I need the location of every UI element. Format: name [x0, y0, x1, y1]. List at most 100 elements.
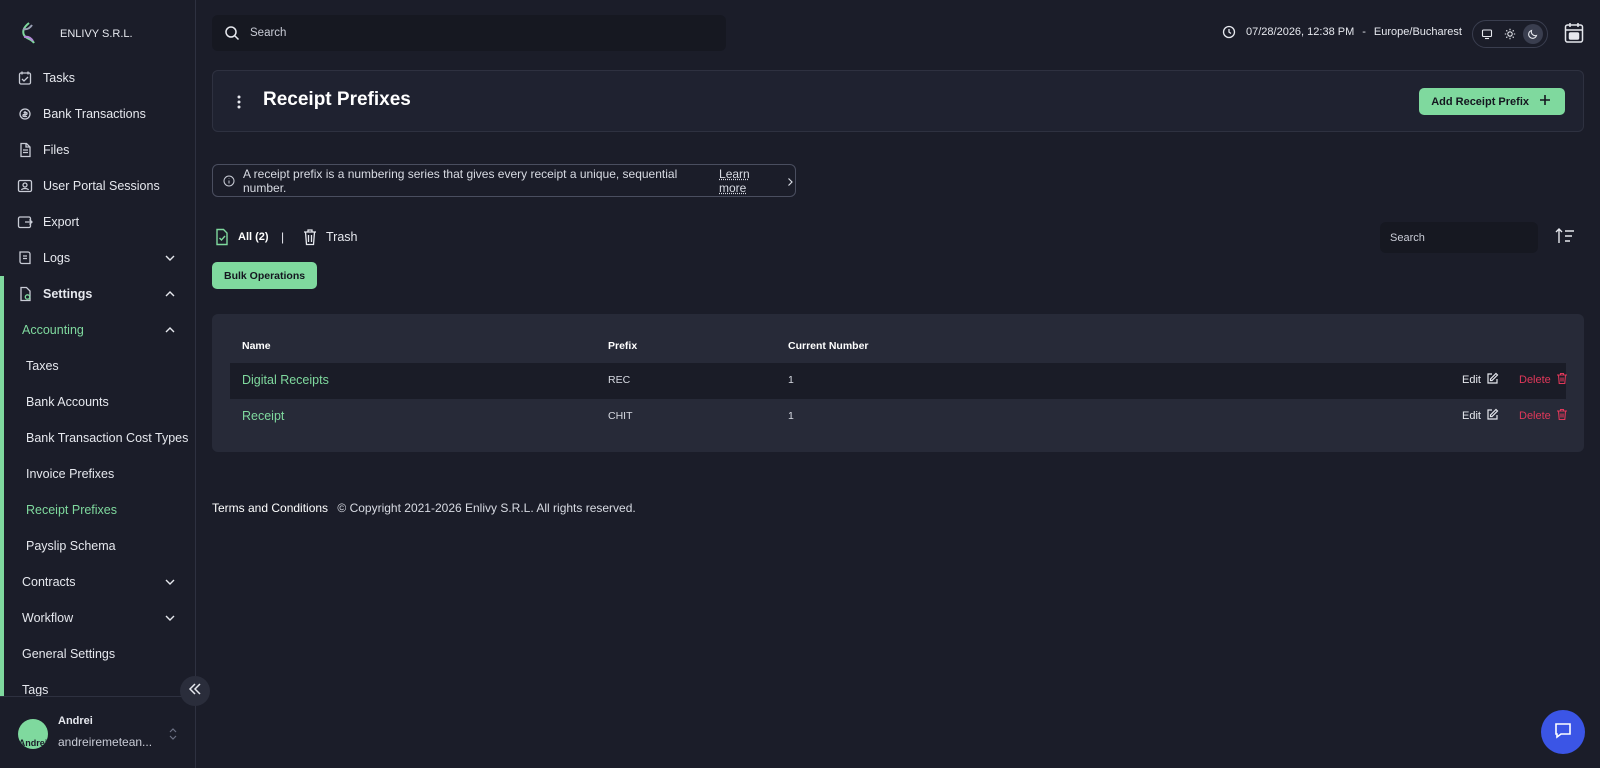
dark-theme-button[interactable]: [1522, 24, 1543, 44]
chat-icon: [1553, 720, 1573, 745]
user-profile[interactable]: Andrei Andrei andreiremetean...: [0, 696, 196, 768]
timezone-text: Europe/Bucharest: [1373, 26, 1462, 38]
chat-button[interactable]: [1541, 710, 1585, 754]
sidebar-item-taxes[interactable]: Taxes: [0, 348, 196, 384]
chevron-down-icon: [164, 252, 176, 264]
sidebar-item-tasks[interactable]: Tasks: [0, 60, 196, 96]
column-header-current-number[interactable]: Current Number: [788, 340, 869, 352]
user-name: Andrei: [58, 715, 93, 727]
sidebar-item-files[interactable]: Files: [0, 132, 196, 168]
user-portal-icon: [17, 178, 33, 194]
sidebar-item-label: Workflow: [22, 611, 74, 625]
table-row[interactable]: Digital Receipts REC 1 Edit Delete: [230, 363, 1568, 399]
user-email: andreiremetean...: [58, 735, 153, 749]
learn-more-link[interactable]: Learn more: [719, 167, 779, 195]
column-header-prefix[interactable]: Prefix: [608, 340, 637, 352]
sidebar-item-label: Contracts: [22, 575, 76, 589]
filter-trash-label: Trash: [326, 230, 358, 244]
sidebar-item-label: Taxes: [26, 359, 59, 373]
sidebar-item-settings[interactable]: Settings: [0, 276, 196, 312]
filter-tab-trash[interactable]: Trash: [302, 228, 358, 246]
sidebar-item-bank-accounts[interactable]: Bank Accounts: [0, 384, 196, 420]
sidebar-item-label: Tasks: [43, 71, 75, 85]
delete-button[interactable]: Delete: [1519, 408, 1568, 424]
calendar-icon[interactable]: [1564, 22, 1584, 44]
system-theme-button[interactable]: [1477, 24, 1497, 44]
row-current-number: 1: [788, 410, 794, 422]
export-icon: [17, 214, 33, 230]
sidebar-item-label: Payslip Schema: [26, 539, 116, 553]
brand-name: ENLIVY S.R.L.: [60, 28, 133, 40]
receipt-prefixes-table: Name Prefix Current Number Digital Recei…: [212, 314, 1584, 452]
sidebar-item-logs[interactable]: Logs: [0, 240, 196, 276]
sidebar-item-accounting[interactable]: Accounting: [0, 312, 196, 348]
sidebar-item-receipt-prefixes[interactable]: Receipt Prefixes: [0, 492, 196, 528]
brand[interactable]: ENLIVY S.R.L.: [18, 20, 133, 48]
global-search[interactable]: [212, 15, 726, 51]
terms-link[interactable]: Terms and Conditions: [212, 501, 328, 515]
trash-icon: [302, 228, 318, 246]
sidebar-item-label: Accounting: [22, 323, 84, 337]
copyright-text: © Copyright 2021-2026 Enlivy S.R.L. All …: [337, 501, 636, 515]
plus-icon: [1539, 94, 1551, 109]
chevron-up-icon: [164, 324, 176, 336]
info-icon: [223, 175, 235, 187]
row-name-link[interactable]: Digital Receipts: [242, 373, 329, 387]
global-search-input[interactable]: [250, 27, 690, 39]
sidebar-item-payslip-schema[interactable]: Payslip Schema: [0, 528, 196, 564]
sidebar-item-label: Bank Accounts: [26, 395, 109, 409]
sidebar-item-label: Receipt Prefixes: [26, 503, 118, 517]
sidebar-item-label: Logs: [43, 251, 71, 265]
delete-label: Delete: [1519, 374, 1551, 386]
datetime-display: 07/28/2026, 12:38 PM - Europe/Bucharest: [1222, 25, 1462, 39]
filter-separator: |: [281, 230, 285, 244]
edit-button[interactable]: Edit: [1462, 408, 1499, 424]
sidebar-item-general-settings[interactable]: General Settings: [0, 636, 196, 672]
sidebar-item-label: General Settings: [22, 647, 116, 661]
search-icon: [224, 25, 240, 41]
edit-button[interactable]: Edit: [1462, 372, 1499, 388]
theme-switcher: [1472, 20, 1548, 48]
row-prefix: CHIT: [608, 410, 633, 422]
add-button-label: Add Receipt Prefix: [1431, 95, 1529, 108]
trash-icon: [1556, 372, 1568, 388]
sort-icon[interactable]: [1554, 226, 1576, 246]
edit-label: Edit: [1462, 374, 1481, 386]
more-options-icon[interactable]: [235, 93, 243, 111]
edit-icon: [1486, 408, 1499, 424]
sidebar-item-export[interactable]: Export: [0, 204, 196, 240]
filter-tab-all[interactable]: All (2): [214, 228, 269, 246]
sidebar-item-contracts[interactable]: Contracts: [0, 564, 196, 600]
sidebar-item-workflow[interactable]: Workflow: [0, 600, 196, 636]
row-prefix: REC: [608, 374, 631, 386]
table-search-input[interactable]: [1390, 231, 1530, 244]
edit-label: Edit: [1462, 410, 1481, 422]
trash-icon: [1556, 408, 1568, 424]
delete-button[interactable]: Delete: [1519, 372, 1568, 388]
column-header-name[interactable]: Name: [242, 340, 271, 352]
chevron-up-icon: [164, 288, 176, 300]
footer: Terms and Conditions © Copyright 2021-20…: [212, 501, 636, 515]
chevron-right-icon: [785, 176, 795, 186]
bulk-operations-button[interactable]: Bulk Operations: [212, 262, 318, 289]
table-row[interactable]: Receipt CHIT 1 Edit Delete: [230, 399, 1568, 435]
sidebar-item-bank-transactions[interactable]: Bank Transactions: [0, 96, 196, 132]
collapse-sidebar-button[interactable]: [180, 676, 210, 706]
add-receipt-prefix-button[interactable]: Add Receipt Prefix: [1419, 88, 1565, 115]
sidebar-item-bank-transaction-cost-types[interactable]: Bank Transaction Cost Types: [0, 420, 196, 456]
sidebar-item-label: Settings: [43, 287, 93, 301]
info-text: A receipt prefix is a numbering series t…: [243, 166, 678, 195]
tasks-icon: [17, 70, 33, 86]
sidebar-item-invoice-prefixes[interactable]: Invoice Prefixes: [0, 456, 196, 492]
chevron-down-icon: [164, 576, 176, 588]
chevron-down-icon: [164, 612, 176, 624]
info-banner: A receipt prefix is a numbering series t…: [212, 164, 796, 197]
light-theme-button[interactable]: [1500, 24, 1520, 44]
sidebar-item-label: User Portal Sessions: [43, 179, 160, 193]
table-search[interactable]: [1380, 222, 1538, 253]
row-name-link[interactable]: Receipt: [242, 409, 284, 423]
sidebar-item-label: Tags: [22, 683, 49, 697]
sidebar-item-user-portal-sessions[interactable]: User Portal Sessions: [0, 168, 196, 204]
sidebar-item-label: Bank Transactions: [43, 107, 146, 121]
expand-caret-icon: [168, 727, 178, 741]
